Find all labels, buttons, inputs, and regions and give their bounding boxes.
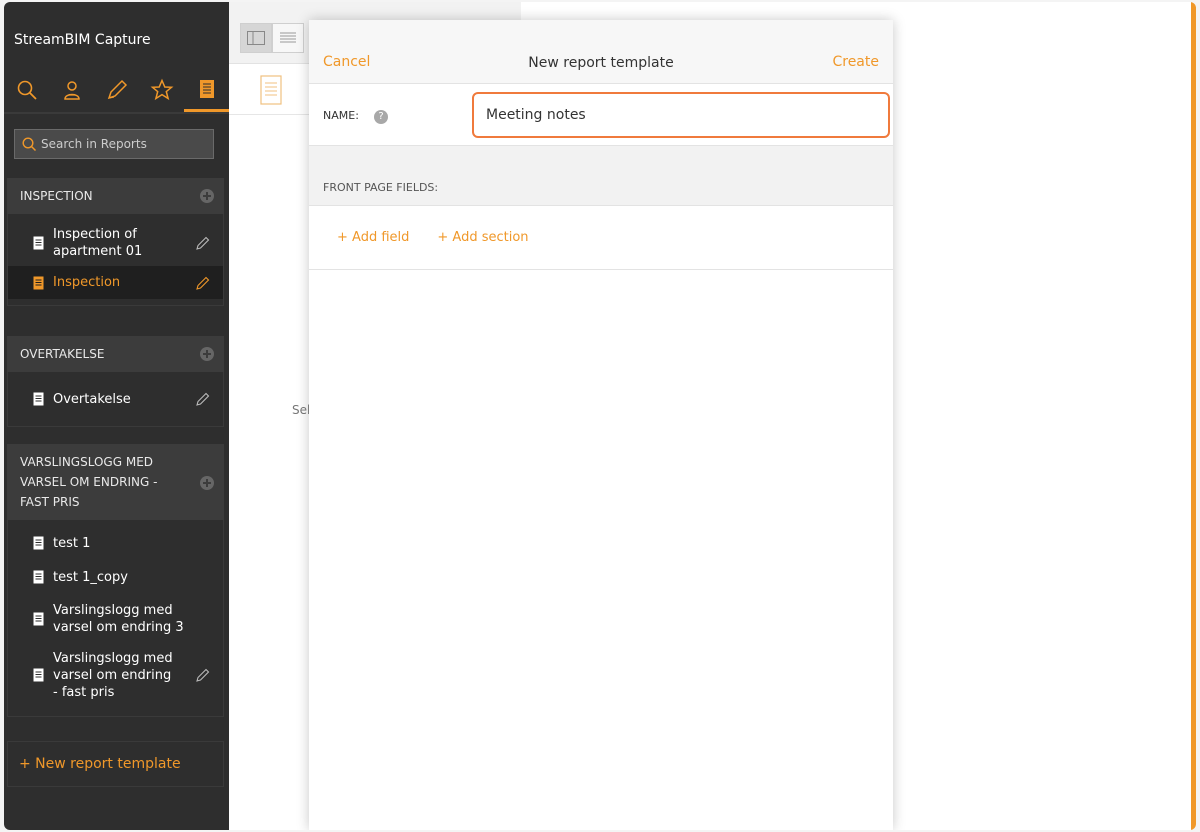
document-icon xyxy=(33,392,44,406)
report-item[interactable]: test 1_copy xyxy=(8,560,223,594)
tab-favorites[interactable] xyxy=(139,68,184,112)
report-group-inspection: INSPECTION Inspection of apartment 01 In… xyxy=(7,178,224,306)
add-section-button[interactable]: + Add section xyxy=(437,230,528,245)
search-input[interactable] xyxy=(41,137,201,151)
report-item[interactable]: Inspection of apartment 01 xyxy=(8,220,223,266)
tab-markup[interactable] xyxy=(94,68,139,112)
group-header: INSPECTION xyxy=(7,178,224,214)
document-icon xyxy=(33,570,44,584)
report-item-label: Inspection of apartment 01 xyxy=(53,227,143,259)
report-item-label: Varslingslogg med varsel om endring 3 xyxy=(53,603,184,635)
scroll-edge xyxy=(1191,2,1196,830)
report-item-label: Varslingslogg med varsel om endring - fa… xyxy=(53,650,173,700)
group-body: Overtakelse xyxy=(7,372,224,427)
tab-reports[interactable] xyxy=(184,68,229,112)
app-title: StreamBIM Capture xyxy=(14,32,151,48)
edit-pencil-icon[interactable] xyxy=(195,235,211,251)
split-view-icon xyxy=(247,31,265,45)
user-icon xyxy=(63,81,80,100)
create-button[interactable]: Create xyxy=(832,54,879,70)
front-page-section-header: FRONT PAGE FIELDS: xyxy=(309,146,893,206)
document-icon xyxy=(33,236,44,250)
template-name-input[interactable] xyxy=(472,92,890,138)
report-item[interactable]: test 1 xyxy=(8,526,223,560)
edit-pencil-icon[interactable] xyxy=(195,391,211,407)
tab-users[interactable] xyxy=(49,68,94,112)
group-body: Inspection of apartment 01 Inspection xyxy=(7,214,224,306)
add-report-icon[interactable] xyxy=(200,347,214,361)
document-icon xyxy=(33,536,44,550)
new-report-template-button[interactable]: + New report template xyxy=(7,741,224,787)
name-row: NAME: ? xyxy=(309,84,893,146)
report-icon xyxy=(199,79,214,98)
new-report-template-label: + New report template xyxy=(19,756,181,772)
field-actions-row: + Add field + Add section xyxy=(309,206,893,270)
dialog-header: Cancel New report template Create xyxy=(309,20,893,84)
add-report-icon[interactable] xyxy=(200,476,214,490)
report-item[interactable]: Varslingslogg med varsel om endring - fa… xyxy=(8,644,223,706)
report-item-label: test 1_copy xyxy=(53,569,128,585)
add-field-button[interactable]: + Add field xyxy=(337,230,409,245)
edit-pencil-icon[interactable] xyxy=(195,275,211,291)
document-icon xyxy=(260,75,282,105)
document-icon xyxy=(33,276,44,289)
report-item-label: Overtakelse xyxy=(53,391,131,407)
report-item-label: Inspection xyxy=(53,275,121,290)
dialog-title: New report template xyxy=(528,55,674,71)
search-icon xyxy=(22,137,37,152)
document-icon xyxy=(33,668,44,682)
report-item[interactable]: Varslingslogg med varsel om endring 3 xyxy=(8,594,223,644)
tab-search[interactable] xyxy=(4,68,49,112)
app-window: StreamBIM Capture INSPE xyxy=(4,2,1196,830)
front-page-fields-label: FRONT PAGE FIELDS: xyxy=(323,181,439,194)
group-title: INSPECTION xyxy=(20,189,93,203)
group-title: VARSLINGSLOGG MED VARSEL OM ENDRING - FA… xyxy=(20,455,158,509)
sidebar: StreamBIM Capture INSPE xyxy=(4,2,229,830)
report-group-varslingslogg: VARSLINGSLOGG MED VARSEL OM ENDRING - FA… xyxy=(7,444,224,717)
pencil-icon xyxy=(107,79,127,100)
group-header: OVERTAKELSE xyxy=(7,336,224,372)
search-icon xyxy=(17,80,37,100)
report-group-overtakelse: OVERTAKELSE Overtakelse xyxy=(7,336,224,427)
split-view-button[interactable] xyxy=(240,23,272,53)
list-view-button[interactable] xyxy=(272,23,304,53)
nav-tabs xyxy=(4,68,229,114)
name-label: NAME: xyxy=(323,109,359,122)
report-item-active[interactable]: Inspection xyxy=(8,266,223,299)
report-item[interactable]: Overtakelse xyxy=(8,378,223,420)
group-body: test 1 test 1_copy Varslingslogg med var… xyxy=(7,520,224,717)
group-header: VARSLINGSLOGG MED VARSEL OM ENDRING - FA… xyxy=(7,444,224,520)
star-icon xyxy=(150,78,173,101)
edit-pencil-icon[interactable] xyxy=(195,667,211,683)
add-report-icon[interactable] xyxy=(200,189,214,203)
empty-state-hint: Sel xyxy=(292,403,311,417)
search-box[interactable] xyxy=(14,129,214,159)
new-report-template-dialog: Cancel New report template Create NAME: … xyxy=(309,20,893,830)
list-view-icon xyxy=(280,32,296,43)
report-item-label: test 1 xyxy=(53,535,91,551)
document-icon xyxy=(33,612,44,626)
group-title: OVERTAKELSE xyxy=(20,347,105,361)
help-icon[interactable]: ? xyxy=(374,110,388,124)
